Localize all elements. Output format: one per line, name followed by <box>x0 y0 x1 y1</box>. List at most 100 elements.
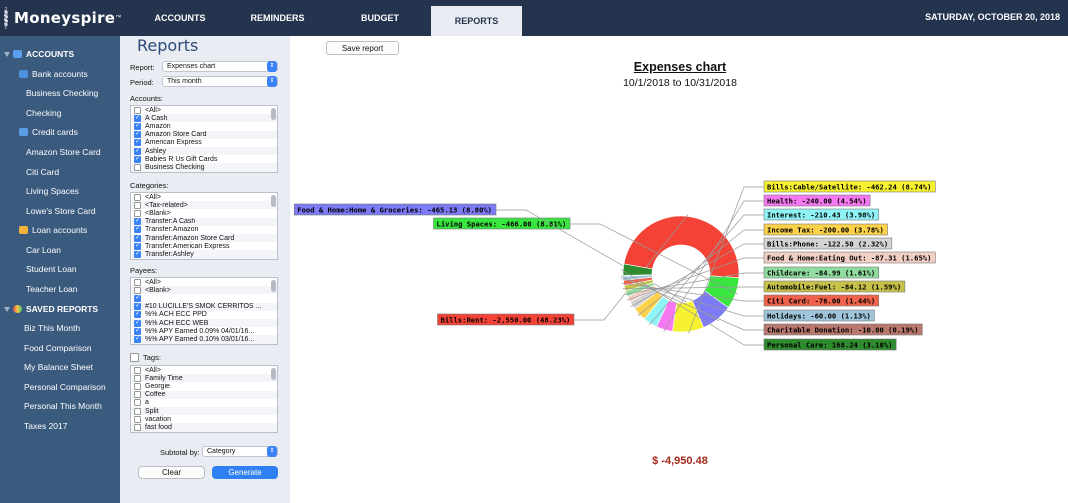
sidebar-item-personal-comparison[interactable]: Personal Comparison <box>0 378 120 396</box>
checkbox[interactable] <box>134 399 141 407</box>
accounts-row[interactable]: <All> <box>131 106 277 114</box>
checkbox[interactable]: ✓ <box>134 319 141 327</box>
categories-list[interactable]: <All> <Tax-related> <Blank> ✓ Transfer:A Cas… <box>130 192 278 260</box>
sidebar-group-credit-cards[interactable]: Credit cards <box>0 123 120 141</box>
sidebar-section-saved-reports[interactable]: SAVED REPORTS <box>4 300 98 318</box>
checkbox[interactable]: ✓ <box>134 294 141 302</box>
payees-list[interactable]: <All> <Blank> ✓ ✓ #10 LUCILLE'S SMOK CERRITO… <box>130 277 278 345</box>
sidebar-item-living-spaces[interactable]: Living Spaces <box>0 182 120 200</box>
checkbox[interactable]: ✓ <box>134 335 141 343</box>
categories-row[interactable]: ✓ Transfer:Ashley <box>131 250 277 259</box>
accounts-row[interactable]: ✓ A Cash <box>131 114 277 123</box>
scrollbar[interactable] <box>271 108 276 120</box>
tags-checkbox[interactable] <box>130 353 139 362</box>
tab-budget[interactable]: BUDGET <box>330 6 430 30</box>
scrollbar[interactable] <box>271 280 276 292</box>
sidebar-group-loan-accounts[interactable]: Loan accounts <box>0 221 120 239</box>
checkbox[interactable]: ✓ <box>134 242 141 250</box>
checkbox[interactable] <box>134 415 141 423</box>
tags-list[interactable]: <All> Family Time Georgie Coffee a Split vacat… <box>130 365 278 433</box>
sidebar-item-checking[interactable]: Checking <box>0 104 120 122</box>
categories-row[interactable]: ✓ Transfer:Amazon Store Card <box>131 233 277 243</box>
period-select[interactable]: This month ⇕ <box>162 76 278 87</box>
payees-row[interactable]: <All> <box>131 278 277 286</box>
categories-row[interactable]: <Tax-related> <box>131 201 277 210</box>
report-type-select[interactable]: Expenses chart ⇕ <box>162 61 278 72</box>
tab-reminders[interactable]: REMINDERS <box>240 6 315 30</box>
disclosure-triangle-icon[interactable] <box>4 306 10 312</box>
payees-row[interactable]: <Blank> <box>131 286 277 295</box>
checkbox[interactable]: ✓ <box>134 131 141 139</box>
tags-row[interactable]: <All> <box>131 366 277 374</box>
checkbox[interactable] <box>134 374 141 382</box>
scrollbar[interactable] <box>271 195 276 207</box>
sidebar-item-personal-this-month[interactable]: Personal This Month <box>0 397 120 415</box>
tags-row[interactable]: Family Time <box>131 374 277 383</box>
sidebar-item-citi-card[interactable]: Citi Card <box>0 163 120 181</box>
sidebar-item-business-checking[interactable]: Business Checking <box>0 84 120 102</box>
save-report-button[interactable]: Save report <box>326 41 399 55</box>
payees-row[interactable]: ✓ #10 LUCILLE'S SMOK CERRITOS ... <box>131 302 277 311</box>
tags-row[interactable]: vacation <box>131 415 277 423</box>
accounts-row[interactable]: Business Checking <box>131 163 277 172</box>
payees-row[interactable]: ✓ %% APY Earned 0.09% 04/01/16... <box>131 327 277 335</box>
checkbox[interactable]: ✓ <box>134 303 141 311</box>
checkbox[interactable]: ✓ <box>134 327 141 335</box>
accounts-list[interactable]: <All> ✓ A Cash ✓ Amazon ✓ Amazon Store Card ✓ Am… <box>130 105 278 173</box>
scrollbar[interactable] <box>271 368 276 380</box>
checkbox[interactable] <box>134 193 141 201</box>
categories-row[interactable]: ✓ Transfer:Amazon <box>131 226 277 234</box>
checkbox[interactable] <box>134 382 141 390</box>
tab-accounts[interactable]: ACCOUNTS <box>120 6 240 30</box>
subtotal-select[interactable]: Category ⇕ <box>202 446 278 457</box>
checkbox[interactable] <box>134 286 141 294</box>
sidebar-item-teacher-loan[interactable]: Teacher Loan <box>0 280 120 298</box>
sidebar-item-amazon-store-card[interactable]: Amazon Store Card <box>0 143 120 161</box>
checkbox[interactable]: ✓ <box>134 226 141 234</box>
tags-row[interactable]: a <box>131 399 277 407</box>
checkbox[interactable] <box>134 106 141 114</box>
generate-button[interactable]: Generate <box>212 466 278 479</box>
categories-row[interactable]: ✓ Transfer:American Express <box>131 242 277 250</box>
accounts-row[interactable]: ✓ Ashley <box>131 146 277 156</box>
payees-row[interactable]: ✓ %% ACH ECC WEB <box>131 318 277 328</box>
checkbox[interactable] <box>134 366 141 374</box>
checkbox[interactable] <box>134 163 141 171</box>
tags-row[interactable]: fast food <box>131 423 277 432</box>
checkbox[interactable] <box>134 391 141 399</box>
accounts-row[interactable]: ✓ American Express <box>131 139 277 147</box>
payees-row[interactable]: ✓ %% ACH ECC PPD <box>131 311 277 319</box>
sidebar-item-my-balance-sheet[interactable]: My Balance Sheet <box>0 358 120 376</box>
tags-toggle[interactable]: Tags: <box>130 353 161 362</box>
checkbox[interactable]: ✓ <box>134 311 141 319</box>
tags-row[interactable]: Georgie <box>131 382 277 390</box>
accounts-row[interactable]: ✓ Amazon Store Card <box>131 130 277 139</box>
checkbox[interactable] <box>134 278 141 286</box>
checkbox[interactable]: ✓ <box>134 147 141 155</box>
disclosure-triangle-icon[interactable] <box>4 51 10 57</box>
tab-reports[interactable]: REPORTS <box>431 6 522 36</box>
accounts-row[interactable]: ✓ Babies R Us Gift Cards <box>131 155 277 163</box>
checkbox[interactable]: ✓ <box>134 155 141 163</box>
sidebar-section-accounts[interactable]: ACCOUNTS <box>4 45 74 63</box>
sidebar-group-bank-accounts[interactable]: Bank accounts <box>0 65 120 83</box>
checkbox[interactable]: ✓ <box>134 114 141 122</box>
checkbox[interactable]: ✓ <box>134 122 141 130</box>
checkbox[interactable]: ✓ <box>134 139 141 147</box>
categories-row[interactable]: <Blank> <box>131 209 277 217</box>
categories-row[interactable]: ✓ Transfer:A Cash <box>131 217 277 226</box>
checkbox[interactable] <box>134 209 141 217</box>
payees-row[interactable]: ✓ %% APY Earned 0.10% 03/01/16... <box>131 335 277 344</box>
checkbox[interactable] <box>134 423 141 431</box>
sidebar-item-lowes-store-card[interactable]: Lowe's Store Card <box>0 202 120 220</box>
payees-row[interactable]: ✓ <box>131 294 277 302</box>
sidebar-item-taxes-2017[interactable]: Taxes 2017 <box>0 417 120 435</box>
accounts-row[interactable]: ✓ Amazon <box>131 122 277 130</box>
checkbox[interactable]: ✓ <box>134 218 141 226</box>
clear-button[interactable]: Clear <box>138 466 205 479</box>
sidebar-item-student-loan[interactable]: Student Loan <box>0 260 120 278</box>
categories-row[interactable]: <All> <box>131 193 277 201</box>
checkbox[interactable] <box>134 407 141 415</box>
tags-row[interactable]: Coffee <box>131 390 277 399</box>
checkbox[interactable]: ✓ <box>134 250 141 258</box>
